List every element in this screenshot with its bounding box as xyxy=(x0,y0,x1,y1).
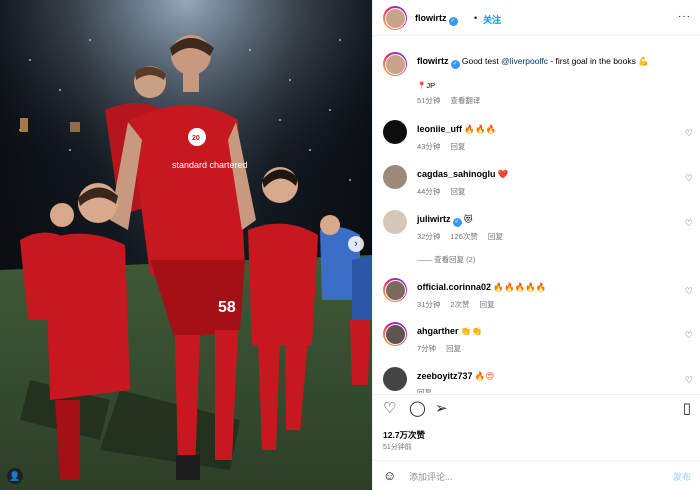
reply-button[interactable]: 回复 xyxy=(450,187,465,196)
comment-time: 32分钟 xyxy=(417,232,441,241)
commenter-avatar[interactable] xyxy=(383,210,407,234)
header-username-text[interactable]: flowirtz xyxy=(415,13,447,23)
caption: flowirtz ✓ Good test @liverpoolfc - first… xyxy=(383,52,693,108)
post-photo[interactable]: 20 standard chartered 58 › 👤 xyxy=(0,0,372,490)
jersey-sponsor: standard chartered xyxy=(172,160,248,170)
commenter-avatar[interactable] xyxy=(383,120,407,144)
comment-text: zeeboyitz737 🔥😍 xyxy=(417,371,673,382)
comment-time: 31分钟 xyxy=(417,300,441,309)
more-options-icon[interactable]: ··· xyxy=(678,11,691,22)
comment-meta: 7分钟 回复 xyxy=(417,343,471,354)
location-tag[interactable]: 📍JP xyxy=(417,80,673,91)
reply-button[interactable]: 回复 xyxy=(450,142,465,151)
comment-text: cagdas_sahinoglu ❤️ xyxy=(417,169,673,180)
reply-button[interactable]: 回复 xyxy=(488,232,503,241)
post-comment-button[interactable]: 发布 xyxy=(673,470,691,483)
comment-icon[interactable]: ◯ xyxy=(409,399,426,417)
comment-body: 👏👏 xyxy=(460,326,483,336)
verified-icon: ✓ xyxy=(450,60,460,69)
comment-meta: 43分钟 回复 xyxy=(417,141,475,152)
post-actions: ♡ ◯ ➢ ▯ 12.7万次赞 51分钟前 xyxy=(373,394,700,456)
comment-text: juliwirtz ✓ 😻 xyxy=(417,214,673,227)
like-post-icon[interactable]: ♡ xyxy=(383,399,396,417)
share-icon[interactable]: ➢ xyxy=(435,399,448,417)
post-time: 51分钟前 xyxy=(383,444,412,451)
comment-text: official.corinna02 🔥🔥🔥🔥🔥 xyxy=(417,282,673,293)
header-username[interactable]: flowirtz ✓ xyxy=(415,13,458,26)
comment-text: ahgarther 👏👏 xyxy=(417,326,673,337)
jersey-number: 20 xyxy=(192,135,200,142)
comment-item: cagdas_sahinoglu ❤️ 44分钟 回复 ♡ xyxy=(383,165,693,201)
caption-time: 51分钟 xyxy=(417,96,441,105)
like-count[interactable]: 12.7万次赞 xyxy=(383,429,425,441)
comment-item: juliwirtz ✓ 😻 32分钟 126次赞 回复 —— 查看回复 (2) ♡ xyxy=(383,210,693,266)
post-detail-panel: flowirtz ✓ • 关注 ··· flowirtz ✓ Good test @… xyxy=(372,0,700,490)
like-comment-icon[interactable]: ♡ xyxy=(685,173,693,184)
comment-input[interactable]: 添加评论... xyxy=(409,470,453,483)
shorts-number: 58 xyxy=(218,299,236,316)
commenter-avatar[interactable] xyxy=(383,367,407,391)
caption-text-end: - first goal in the books 💪 xyxy=(548,56,649,66)
comment-item: ahgarther 👏👏 7分钟 回复 ♡ xyxy=(383,322,693,358)
reply-button[interactable]: 回复 xyxy=(480,300,495,309)
author-avatar[interactable] xyxy=(383,6,407,30)
comment-time: 7分钟 xyxy=(417,344,437,353)
comment-username[interactable]: juliwirtz xyxy=(417,214,451,224)
comment-username[interactable]: cagdas_sahinoglu xyxy=(417,169,496,179)
next-image-button[interactable]: › xyxy=(348,236,364,252)
mention-link[interactable]: @liverpoolfc xyxy=(501,56,548,66)
comment-body: 🔥😍 xyxy=(474,371,495,381)
caption-username[interactable]: flowirtz xyxy=(417,56,449,66)
reply-button[interactable]: 回复 xyxy=(446,344,461,353)
comment-username[interactable]: ahgarther xyxy=(417,326,459,336)
comment-item: leoniie_uff 🔥🔥🔥 43分钟 回复 ♡ xyxy=(383,120,693,156)
view-replies-text[interactable]: 查看回复 (2) xyxy=(434,255,475,264)
caption-text-start: Good test xyxy=(459,56,502,66)
comment-like-count[interactable]: 126次赞 xyxy=(450,232,478,241)
commenter-avatar[interactable] xyxy=(383,278,407,302)
comment-item: official.corinna02 🔥🔥🔥🔥🔥 31分钟 2次赞 回复 ♡ xyxy=(383,278,693,314)
like-comment-icon[interactable]: ♡ xyxy=(685,218,693,229)
comment-meta: 31分钟 2次赞 回复 xyxy=(417,299,505,310)
emoji-icon[interactable]: ☺ xyxy=(383,468,396,483)
comment-meta: 44分钟 回复 xyxy=(417,186,475,197)
caption-meta: 51分钟 查看翻译 xyxy=(417,95,490,106)
like-comment-icon[interactable]: ♡ xyxy=(685,128,693,139)
comment-time: 44分钟 xyxy=(417,187,441,196)
view-replies-link[interactable]: —— 查看回复 (2) xyxy=(417,254,485,265)
comment-username[interactable]: zeeboyitz737 xyxy=(417,371,473,381)
see-translation-link[interactable]: 查看翻译 xyxy=(450,96,480,105)
comment-username[interactable]: leoniie_uff xyxy=(417,124,462,134)
comment-body: 😻 xyxy=(463,214,473,224)
comment-meta: 32分钟 126次赞 回复 xyxy=(417,231,513,242)
stadium-scene: 20 standard chartered 58 xyxy=(0,0,372,490)
save-bookmark-icon[interactable]: ▯ xyxy=(683,399,691,417)
caption-avatar[interactable] xyxy=(383,52,407,76)
comment-meta: 回复 xyxy=(417,387,442,393)
comment-text: leoniie_uff 🔥🔥🔥 xyxy=(417,124,673,135)
like-comment-icon[interactable]: ♡ xyxy=(685,286,693,297)
commenter-avatar[interactable] xyxy=(383,322,407,346)
like-comment-icon[interactable]: ♡ xyxy=(685,375,693,386)
comment-like-count[interactable]: 2次赞 xyxy=(450,300,469,309)
verified-icon: ✓ xyxy=(452,218,462,227)
comment-item: zeeboyitz737 🔥😍 回复 ♡ xyxy=(383,367,693,393)
caption-text: flowirtz ✓ Good test @liverpoolfc - first… xyxy=(417,56,673,69)
tagged-user-icon[interactable]: 👤 xyxy=(7,468,23,484)
reply-button[interactable]: 回复 xyxy=(417,388,432,393)
verified-icon: ✓ xyxy=(448,17,458,26)
comment-body: 🔥🔥🔥 xyxy=(464,124,497,134)
comment-time: 43分钟 xyxy=(417,142,441,151)
post-header: flowirtz ✓ • 关注 ··· xyxy=(373,0,700,36)
separator-dot: • xyxy=(474,13,478,23)
comment-username[interactable]: official.corinna02 xyxy=(417,282,491,292)
follow-button[interactable]: 关注 xyxy=(483,13,501,26)
add-comment-bar: ☺ 添加评论... 发布 xyxy=(373,460,700,490)
comment-body: ❤️ xyxy=(497,169,509,179)
like-comment-icon[interactable]: ♡ xyxy=(685,330,693,341)
comment-body: 🔥🔥🔥🔥🔥 xyxy=(493,282,547,292)
commenter-avatar[interactable] xyxy=(383,165,407,189)
